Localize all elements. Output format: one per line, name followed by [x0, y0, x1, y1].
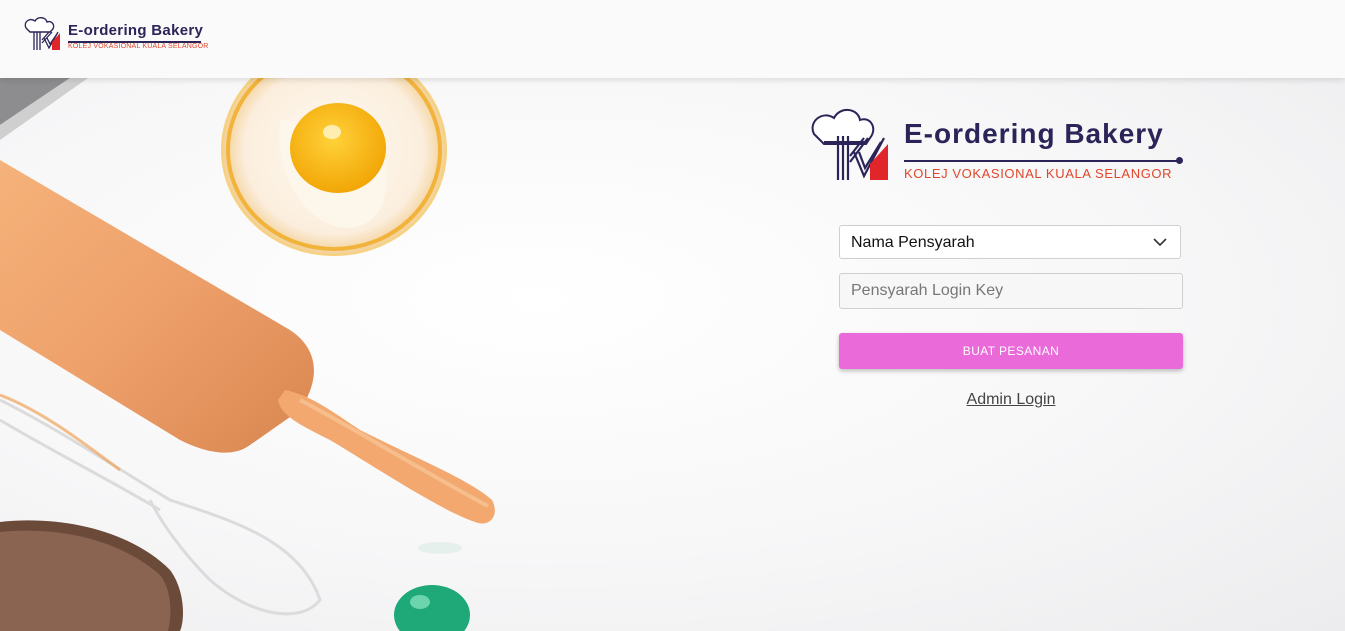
chef-hat-kv-logo-icon [24, 17, 60, 50]
chevron-down-icon [1153, 238, 1167, 247]
order-button[interactable]: BUAT PESANAN [839, 333, 1183, 369]
header-brand-title: E-ordering Bakery [68, 22, 204, 39]
login-key-input[interactable] [839, 273, 1183, 309]
login-brand-rule-dot [1176, 157, 1183, 164]
admin-login-link[interactable]: Admin Login [839, 391, 1183, 409]
login-brand-subtitle: KOLEJ VOKASIONAL KUALA SELANGOR [904, 166, 1173, 181]
login-brand-logo: E-ordering Bakery KOLEJ VOKASIONAL KUALA… [808, 106, 1188, 186]
login-brand-title: E-ordering Bakery [904, 118, 1164, 149]
header-logo[interactable]: E-ordering Bakery KOLEJ VOKASIONAL KUALA… [22, 16, 212, 58]
lecturer-name-select[interactable]: Nama Pensyarah [839, 225, 1181, 259]
login-brand-rule [904, 160, 1178, 162]
lecturer-select-value: Nama Pensyarah [851, 234, 975, 251]
top-navbar: E-ordering Bakery KOLEJ VOKASIONAL KUALA… [0, 0, 1345, 78]
chef-hat-kv-logo-icon [811, 109, 888, 180]
header-brand-subtitle: KOLEJ VOKASIONAL KUALA SELANGOR [68, 43, 209, 50]
